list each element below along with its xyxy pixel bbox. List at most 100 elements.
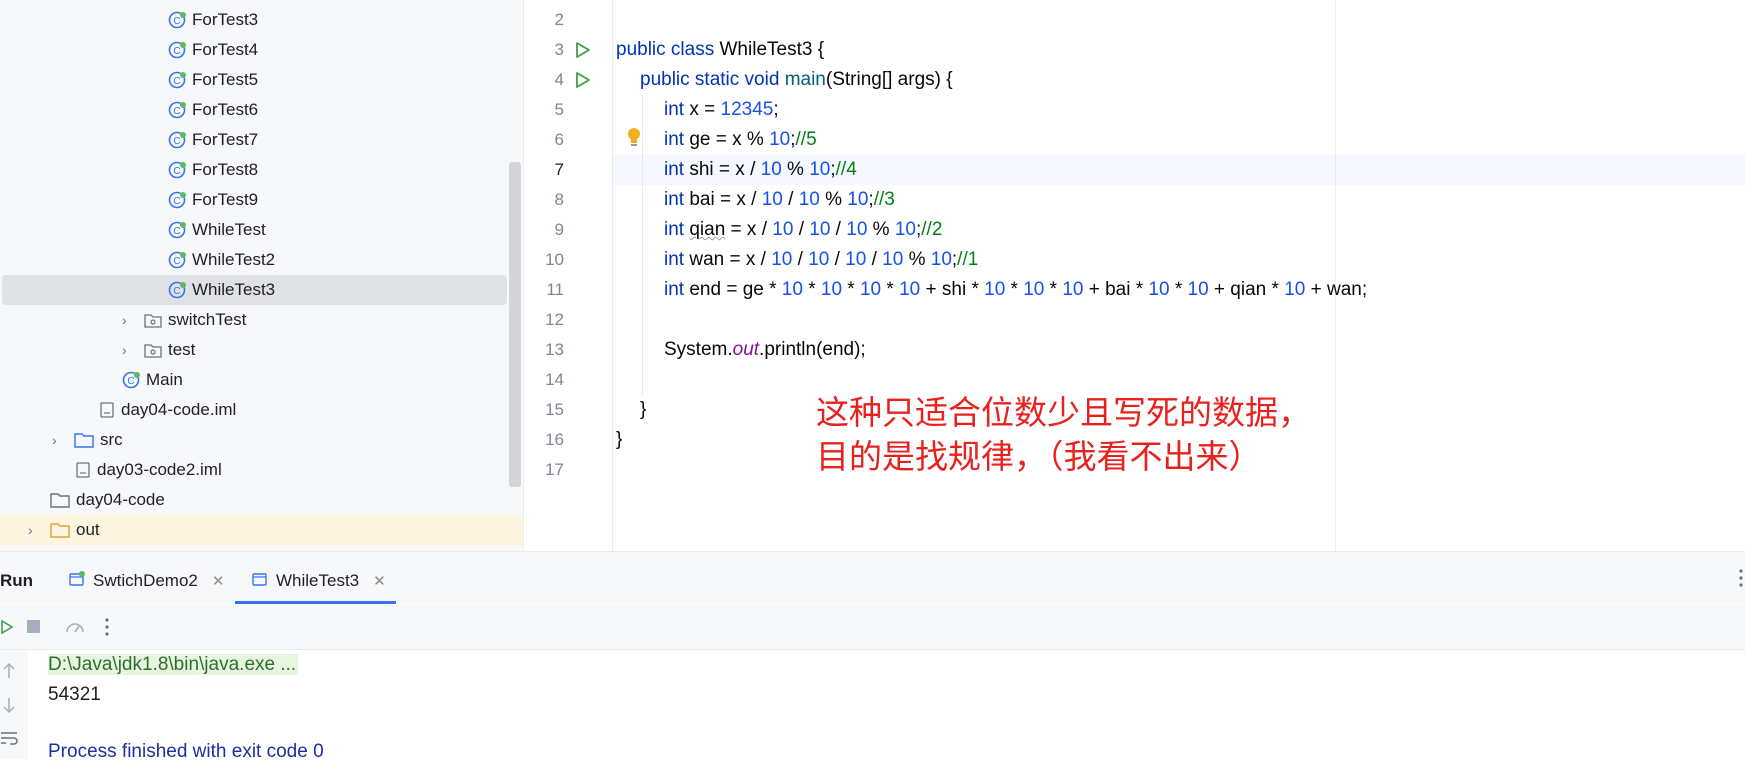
tree-item-label: ForTest3 (192, 10, 259, 29)
run-class-icon[interactable] (572, 40, 592, 60)
line-number: 10 (545, 250, 564, 269)
chevron-right-icon[interactable]: › (122, 313, 134, 327)
line-number: 9 (554, 220, 564, 239)
code-line-15[interactable]: } (640, 395, 646, 425)
java-class-icon: C (168, 251, 186, 269)
package-icon (144, 342, 162, 358)
code-line-11[interactable]: int end = ge * 10 * 10 * 10 * 10 + shi *… (664, 275, 1367, 305)
svg-text:C: C (173, 286, 180, 297)
arrow-down-icon[interactable] (2, 696, 16, 714)
chevron-right-icon[interactable]: › (52, 433, 64, 447)
gutter-separator (612, 0, 613, 551)
tree-item-day03-code2-iml[interactable]: day03-code2.iml (0, 455, 508, 485)
tree-item-out[interactable]: › out (0, 515, 523, 545)
code-line-5[interactable]: int x = 12345; (664, 95, 779, 125)
tree-item-src[interactable]: › src (0, 425, 508, 455)
tree-scrollbar[interactable] (509, 162, 521, 487)
tree-item-fortest3[interactable]: C ForTest3 (0, 5, 508, 35)
file-icon (99, 401, 115, 419)
tab-label: WhileTest3 (276, 571, 360, 590)
line-number: 3 (554, 40, 564, 59)
tree-item-fortest6[interactable]: C ForTest6 (0, 95, 508, 125)
tree-item-fortest5[interactable]: C ForTest5 (0, 65, 508, 95)
more-options-icon[interactable] (1738, 568, 1744, 588)
close-icon[interactable]: ✕ (212, 572, 225, 590)
tree-item-label: WhileTest2 (192, 250, 276, 269)
java-class-icon: C (168, 71, 186, 89)
code-line-16[interactable]: } (616, 425, 622, 455)
java-class-icon: C (168, 281, 186, 299)
package-icon (144, 312, 162, 328)
tree-item-label: out (76, 520, 100, 539)
rerun-icon[interactable] (0, 617, 14, 637)
tree-item-label: switchTest (168, 310, 247, 329)
code-line-13[interactable]: System.out.println(end); (664, 335, 866, 365)
line-number: 14 (545, 370, 564, 389)
svg-text:C: C (127, 376, 134, 387)
line-number: 5 (554, 100, 564, 119)
soft-wrap-icon[interactable] (0, 730, 20, 746)
run-main-icon[interactable] (572, 70, 592, 90)
line-number: 6 (554, 130, 564, 149)
tree-item-label: ForTest4 (192, 40, 259, 59)
line-number: 2 (554, 10, 564, 29)
svg-text:C: C (173, 136, 180, 147)
java-class-icon: C (168, 161, 186, 179)
console-output: 54321 (48, 684, 101, 705)
close-icon[interactable]: ✕ (373, 572, 386, 590)
chevron-right-icon[interactable]: › (122, 343, 134, 357)
code-line-8[interactable]: int bai = x / 10 / 10 % 10;//3 (664, 185, 895, 215)
tree-item-whiletest2[interactable]: C WhileTest2 (0, 245, 508, 275)
svg-text:C: C (173, 166, 180, 177)
tree-item-fortest8[interactable]: C ForTest8 (0, 155, 508, 185)
chevron-right-icon[interactable]: › (28, 523, 40, 537)
tree-item-whiletest3[interactable]: C WhileTest3 (2, 275, 507, 305)
tree-item-switchtest[interactable]: › switchTest (0, 305, 508, 335)
tree-item-label: day03-code2.iml (97, 460, 222, 479)
folder-icon (50, 522, 70, 538)
tree-item-fortest7[interactable]: C ForTest7 (0, 125, 508, 155)
line-number: 15 (545, 400, 564, 419)
tree-item-label: day04-code.iml (121, 400, 237, 419)
tree-item-label: ForTest5 (192, 70, 259, 89)
tree-item-day04-code[interactable]: day04-code (0, 485, 508, 515)
tree-item-main[interactable]: C Main (0, 365, 508, 395)
tree-item-fortest9[interactable]: C ForTest9 (0, 185, 508, 215)
line-number: 11 (546, 280, 564, 299)
code-line-9[interactable]: int qian = x / 10 / 10 / 10 % 10;//2 (664, 215, 942, 245)
code-line-6[interactable]: int ge = x % 10;//5 (664, 125, 817, 155)
stop-icon[interactable] (26, 617, 42, 637)
tree-item-fortest4[interactable]: C ForTest4 (0, 35, 508, 65)
tree-item-test[interactable]: › test (0, 335, 508, 365)
handwritten-annotation: 这种只适合位数少且写死的数据， 目的是找规律，（我看不出来） (816, 393, 1311, 476)
svg-text:C: C (173, 226, 180, 237)
console-exit-message: Process finished with exit code 0 (48, 741, 324, 762)
tree-item-whiletest[interactable]: C WhileTest (0, 215, 508, 245)
line-number: 4 (554, 70, 564, 89)
code-line-10[interactable]: int wan = x / 10 / 10 / 10 / 10 % 10;//1 (664, 245, 978, 275)
tree-item-label: ForTest6 (192, 100, 259, 119)
tree-item-label: Main (146, 370, 183, 389)
svg-text:C: C (173, 106, 180, 117)
folder-icon (50, 492, 70, 508)
lightbulb-icon[interactable] (626, 127, 642, 149)
arrow-up-icon[interactable] (2, 662, 16, 680)
tab-swtichdemo2[interactable]: SwtichDemo2 ✕ (68, 566, 224, 596)
tree-item-label: WhileTest3 (192, 280, 276, 299)
tree-item-day04-code-iml[interactable]: day04-code.iml (0, 395, 508, 425)
java-class-icon: C (122, 371, 140, 389)
more-actions-icon[interactable] (104, 617, 110, 637)
active-tab-indicator (235, 601, 396, 604)
code-line-3[interactable]: public class WhileTest3 { (616, 35, 824, 65)
project-tree: C ForTest3 C ForTest4 C ForTest5 C ForTe… (0, 0, 523, 551)
code-line-4[interactable]: public static void main(String[] args) { (640, 65, 953, 95)
svg-text:C: C (173, 76, 180, 87)
tree-item-label: WhileTest (192, 220, 266, 239)
console-command-line: D:\Java\jdk1.8\bin\java.exe ... (48, 654, 299, 675)
profiler-icon[interactable] (64, 617, 86, 637)
java-class-icon: C (168, 11, 186, 29)
run-toolbar (0, 605, 1745, 649)
indent-guide (642, 95, 643, 395)
tab-whiletest3[interactable]: WhileTest3 ✕ (251, 566, 386, 596)
code-line-7[interactable]: int shi = x / 10 % 10;//4 (664, 155, 857, 185)
